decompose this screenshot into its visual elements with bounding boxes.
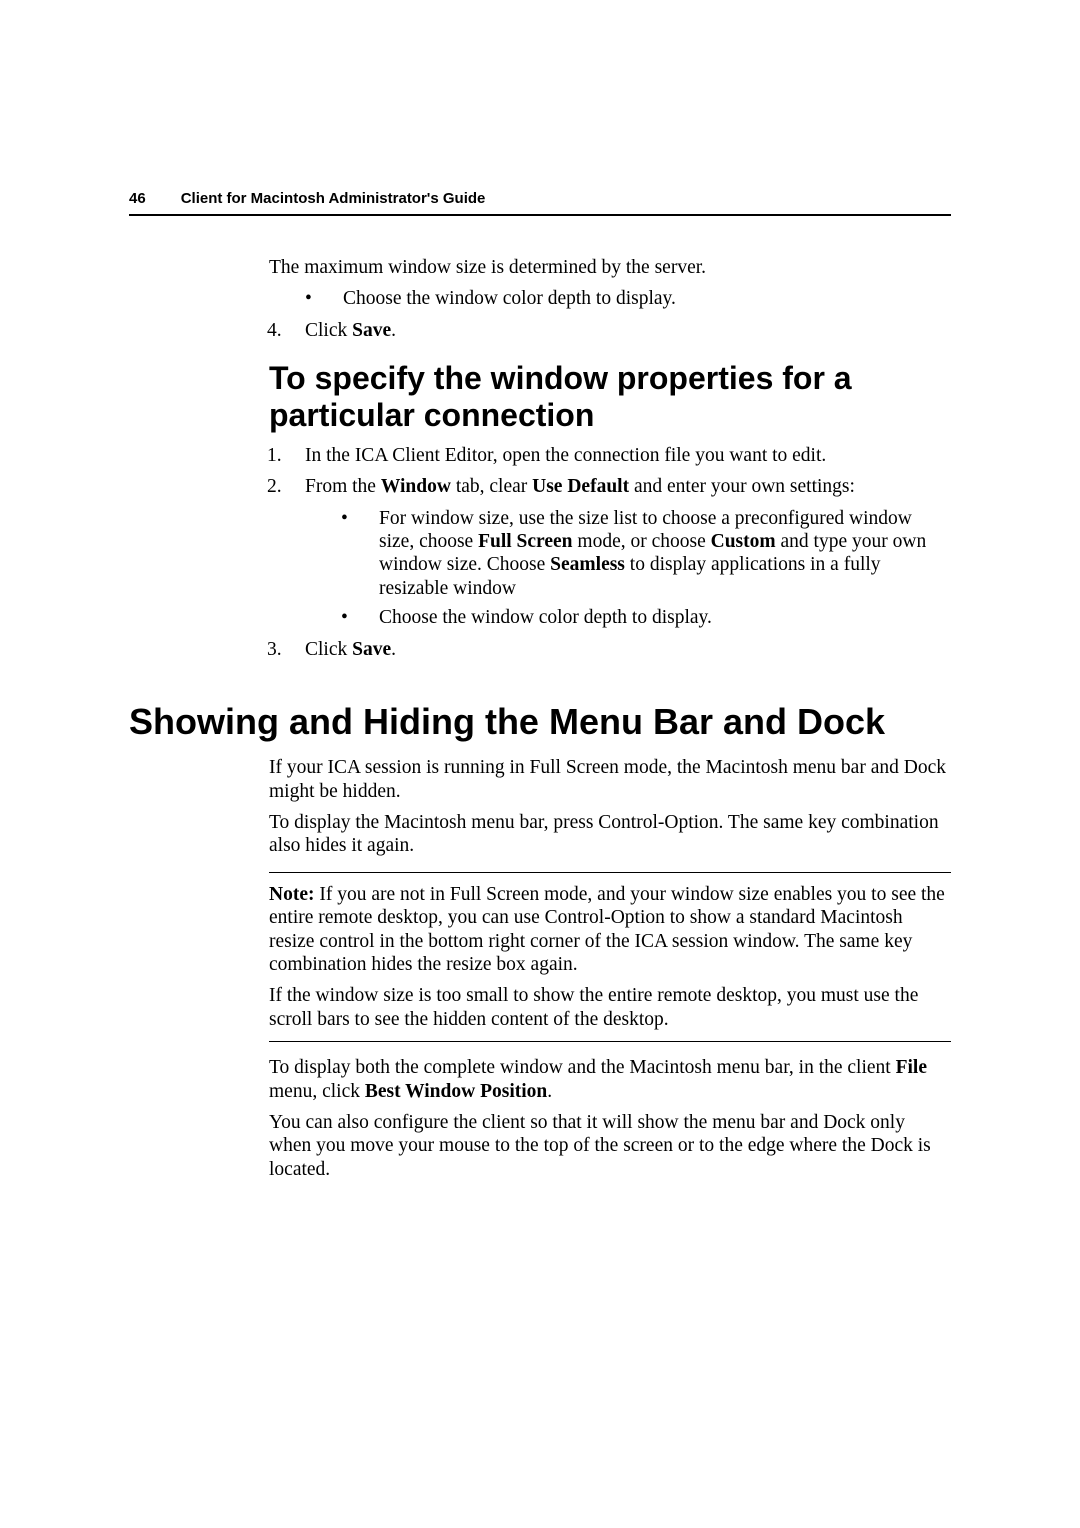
bullet-item: Choose the window color depth to display…: [341, 606, 951, 629]
step-number: 4.: [267, 319, 282, 342]
page-header: 46 Client for Macintosh Administrator's G…: [129, 190, 951, 216]
step-text: tab, clear: [451, 476, 532, 497]
step-text: Click: [305, 320, 352, 341]
step-text-bold: Window: [381, 476, 451, 497]
paragraph: You can also configure the client so tha…: [269, 1111, 951, 1181]
paragraph-text: To display both the complete window and …: [269, 1057, 896, 1078]
step-text: and enter your own settings:: [629, 476, 855, 497]
step-text: From the: [305, 476, 381, 497]
bullet-text-bold: Seamless: [550, 554, 625, 575]
paragraph-text: .: [547, 1081, 552, 1102]
paragraph: If your ICA session is running in Full S…: [269, 756, 951, 803]
note-text: If you are not in Full Screen mode, and …: [269, 884, 945, 975]
bullet-item: For window size, use the size list to ch…: [341, 507, 951, 601]
header-title: Client for Macintosh Administrator's Gui…: [181, 190, 486, 207]
step-text: Click: [305, 639, 352, 660]
step-item: 4. Click Save.: [305, 319, 951, 342]
paragraph-text-bold: File: [896, 1057, 927, 1078]
step-text: .: [391, 320, 396, 341]
note-paragraph: Note: If you are not in Full Screen mode…: [269, 883, 951, 977]
step-number: 1.: [267, 444, 282, 467]
step-item: 1. In the ICA Client Editor, open the co…: [305, 444, 951, 467]
paragraph-text-bold: Best Window Position: [365, 1081, 547, 1102]
bullet-text-bold: Full Screen: [478, 531, 572, 552]
step-text: In the ICA Client Editor, open the conne…: [305, 445, 826, 466]
step-item: 2. From the Window tab, clear Use Defaul…: [305, 475, 951, 498]
subsection-heading: To specify the window properties for a p…: [269, 360, 951, 434]
bullet-text-bold: Custom: [711, 531, 776, 552]
step-number: 3.: [267, 638, 282, 661]
step-text: .: [391, 639, 396, 660]
page-number: 46: [129, 190, 146, 207]
note-label: Note:: [269, 884, 314, 905]
bullet-text: Choose the window color depth to display…: [379, 607, 712, 628]
step-text-bold: Save: [352, 639, 391, 660]
paragraph-text: menu, click: [269, 1081, 365, 1102]
bullet-text: Choose the window color depth to display…: [343, 288, 676, 309]
note-box: Note: If you are not in Full Screen mode…: [269, 872, 951, 1042]
note-paragraph: If the window size is too small to show …: [269, 984, 951, 1031]
section-heading: Showing and Hiding the Menu Bar and Dock: [129, 701, 951, 742]
bullet-text: mode, or choose: [573, 531, 711, 552]
text-line: The maximum window size is determined by…: [269, 256, 951, 279]
step-number: 2.: [267, 475, 282, 498]
body-column: The maximum window size is determined by…: [269, 256, 951, 1181]
page: 46 Client for Macintosh Administrator's G…: [0, 0, 1080, 1181]
paragraph: To display both the complete window and …: [269, 1056, 951, 1103]
step-text-bold: Save: [352, 320, 391, 341]
step-item: 3. Click Save.: [305, 638, 951, 661]
paragraph: To display the Macintosh menu bar, press…: [269, 811, 951, 858]
step-text-bold: Use Default: [532, 476, 629, 497]
bullet-item: Choose the window color depth to display…: [305, 287, 951, 310]
